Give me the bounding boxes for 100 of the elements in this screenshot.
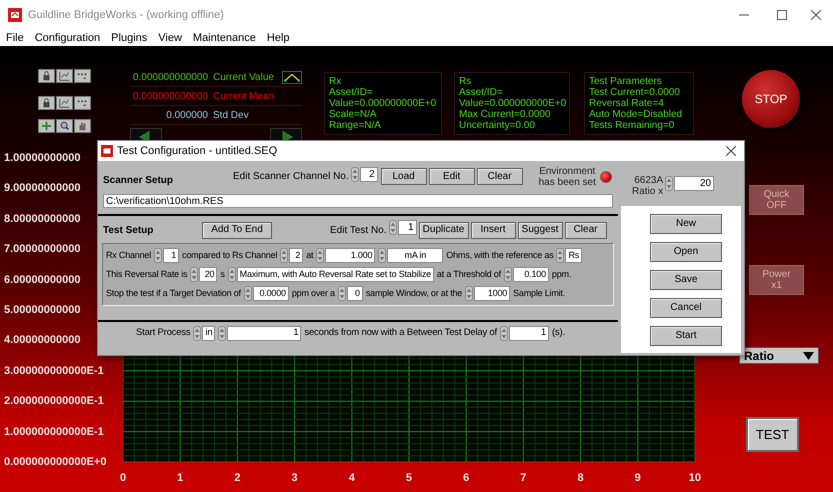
- scanner-button[interactable]: Clear: [476, 168, 523, 185]
- test-button[interactable]: Insert: [470, 222, 516, 238]
- test-button[interactable]: Clear: [564, 222, 607, 238]
- number-field[interactable]: 2: [360, 166, 378, 182]
- path-field[interactable]: C:\verification\10ohm.RES: [103, 194, 613, 208]
- dropdown-field[interactable]: mA in: [387, 248, 444, 263]
- stop-button[interactable]: STOP: [742, 70, 800, 128]
- y-axis-label: 8.00000000000: [4, 212, 80, 225]
- cursor-graph-icon[interactable]: [56, 69, 73, 83]
- x-axis-label: 5: [404, 471, 413, 486]
- plot-select-dropdown[interactable]: Ratio: [739, 347, 819, 364]
- close-icon[interactable]: [726, 146, 736, 156]
- info-line: Uncertainty=0.00: [459, 120, 536, 131]
- spinner-control[interactable]: [388, 220, 397, 235]
- info-line: Reversal Rate=4: [589, 98, 665, 109]
- hand-icon[interactable]: [74, 119, 91, 133]
- dialog-button[interactable]: New: [650, 214, 722, 234]
- info-line: Value=0.000000000E+0: [459, 98, 565, 109]
- peak-graph-icon[interactable]: [282, 70, 302, 84]
- number-field[interactable]: 2: [289, 248, 304, 263]
- number-field[interactable]: 1000: [474, 286, 510, 301]
- info-line: Rs: [459, 76, 472, 87]
- spinner-control[interactable]: [350, 166, 359, 182]
- test-button[interactable]: Suggest: [518, 222, 563, 238]
- spinner-control[interactable]: [378, 248, 386, 263]
- close-icon[interactable]: [811, 10, 821, 20]
- padlock-icon[interactable]: [38, 96, 55, 110]
- section-heading: Scanner Setup: [103, 174, 174, 188]
- spinner-control[interactable]: [218, 326, 226, 341]
- scanner-button[interactable]: Load: [380, 168, 427, 185]
- spinner-control[interactable]: [500, 326, 508, 341]
- test-button[interactable]: TEST: [746, 417, 799, 452]
- field-label: Stop the test if a Target Deviation of: [106, 286, 241, 300]
- spinner-control[interactable]: [193, 326, 202, 341]
- number-field[interactable]: 1: [398, 220, 417, 235]
- menu-item[interactable]: Plugins: [111, 30, 148, 46]
- readout-label: Current Value: [213, 70, 274, 84]
- spinner-control[interactable]: [280, 248, 288, 263]
- number-field[interactable]: 0.100: [512, 267, 549, 282]
- y-axis-label: 7.00000000000: [4, 243, 80, 256]
- info-line: Test Current=0.0000: [589, 87, 681, 98]
- number-field[interactable]: 1.000: [325, 248, 376, 263]
- info-line: Range=N/A: [329, 120, 382, 131]
- spinner-control[interactable]: [465, 286, 474, 301]
- maximize-icon[interactable]: [777, 10, 787, 20]
- menu-item[interactable]: File: [6, 30, 24, 46]
- dialog-button[interactable]: Open: [650, 242, 722, 262]
- padlock-icon[interactable]: [38, 69, 55, 83]
- cursor-graph-icon[interactable]: [56, 96, 73, 110]
- info-line: Asset/ID=: [329, 87, 374, 98]
- dropdown-field[interactable]: in: [202, 326, 216, 341]
- spinner-control[interactable]: [338, 286, 346, 301]
- field-label: s: [220, 268, 225, 281]
- number-field[interactable]: 0.0000: [252, 286, 289, 301]
- menu-item[interactable]: Help: [266, 30, 290, 46]
- field-label: at: [306, 248, 314, 262]
- readout-value: 0.000000: [165, 108, 208, 122]
- add-to-end-button[interactable]: Add To End: [202, 222, 272, 238]
- y-axis-label: 3.000000000000E-1: [4, 364, 104, 377]
- spinner-control[interactable]: [244, 286, 252, 301]
- menu-item[interactable]: Configuration: [34, 30, 100, 46]
- spinner-control[interactable]: [665, 176, 674, 190]
- magnifier-icon[interactable]: [56, 119, 73, 133]
- number-field[interactable]: 20: [674, 176, 714, 190]
- dialog-button[interactable]: Save: [650, 270, 722, 290]
- x-axis-label: 2: [233, 471, 242, 486]
- dropdown-field[interactable]: Rs: [565, 248, 582, 263]
- menu-item[interactable]: Maintenance: [192, 30, 256, 46]
- spinner-control[interactable]: [504, 267, 512, 282]
- field-label: ppm over a: [292, 286, 335, 300]
- spinner-control[interactable]: [556, 248, 564, 263]
- spinner-control[interactable]: [154, 248, 162, 263]
- number-field[interactable]: 0: [346, 286, 363, 301]
- dialog-button[interactable]: Cancel: [650, 298, 722, 318]
- dialog-button[interactable]: Start: [650, 326, 722, 346]
- menu-item[interactable]: View: [158, 30, 182, 46]
- status-text: has been set: [538, 176, 596, 188]
- field-label: Sample Limit.: [513, 286, 566, 300]
- number-field[interactable]: 1: [227, 326, 302, 341]
- x-axis-label: 10: [690, 471, 699, 486]
- dropdown-field[interactable]: Maximum, with Auto Reversal Rate set to Stabilize: [236, 267, 434, 282]
- field-label: Edit Scanner Channel No.: [233, 170, 349, 184]
- test-button[interactable]: Duplicate: [418, 222, 469, 238]
- field-label: Start Process: [136, 326, 190, 340]
- y-axis-label: 9.00000000000: [4, 182, 80, 194]
- number-field[interactable]: 1: [508, 326, 549, 341]
- number-field[interactable]: 1: [163, 248, 180, 263]
- y-axis-label: 1.000000000000E-1: [4, 426, 104, 438]
- number-format-icon[interactable]: [74, 96, 91, 110]
- readout-label: Current Mean: [213, 90, 274, 104]
- spinner-control[interactable]: [190, 267, 198, 282]
- info-line: Test Parameters: [589, 76, 663, 87]
- field-label: This Reversal Rate is: [106, 268, 188, 281]
- field-label: seconds from now with a Between Test Delay of: [304, 326, 497, 340]
- number-format-icon[interactable]: [74, 69, 91, 83]
- spinner-control[interactable]: [316, 248, 324, 263]
- window-title: Guildline BridgeWorks - (working offline): [28, 8, 224, 23]
- scanner-button[interactable]: Edit: [428, 168, 475, 185]
- number-field[interactable]: 20: [199, 267, 218, 282]
- spinner-control[interactable]: [228, 267, 236, 282]
